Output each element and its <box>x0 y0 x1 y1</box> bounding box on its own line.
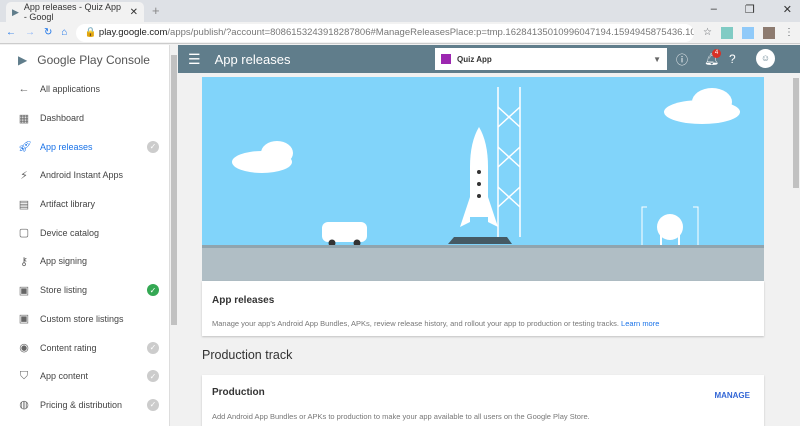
sidebar-item-dashboard[interactable]: ▦ Dashboard <box>0 104 169 133</box>
device-icon: ▢ <box>18 227 30 240</box>
app-selector-value: Quiz App <box>457 54 492 64</box>
shield-icon: ⛉ <box>19 369 29 382</box>
top-bar: ☰ App releases Quiz App ▼ ⓘ 🔔︎ 4 ? ☺ <box>178 45 800 73</box>
sidebar-item-all-applications[interactable]: ← All applications <box>0 75 169 104</box>
star-icon[interactable]: ☆ <box>703 27 712 38</box>
app-selector[interactable]: Quiz App ▼ <box>435 48 667 70</box>
library-icon: ▤ <box>18 198 30 211</box>
close-tab-icon[interactable]: ✕ <box>130 7 138 18</box>
menu-icon[interactable]: ⋮ <box>784 27 794 38</box>
back-icon[interactable]: ← <box>6 27 16 38</box>
store-icon: ▣ <box>18 313 30 326</box>
bolt-icon: ⚡︎ <box>20 169 28 182</box>
notification-badge: 4 <box>712 49 721 58</box>
extension-icon[interactable] <box>721 26 733 39</box>
check-icon: ✓ <box>147 140 159 153</box>
play-icon: ▶ <box>12 6 19 17</box>
sidebar-item-artifact-library[interactable]: ▤ Artifact library <box>0 190 169 219</box>
sidebar-item-store-listing[interactable]: ▣ Store listing ✓ <box>0 276 169 305</box>
url-input[interactable]: 🔒 play.google.com/apps/publish/?account=… <box>76 23 695 42</box>
check-icon: ✓ <box>147 398 159 411</box>
profile-icon[interactable] <box>763 26 775 39</box>
help-icon[interactable]: ? <box>729 52 736 66</box>
app-icon <box>441 54 451 64</box>
app-releases-card: App releases Manage your app's Android A… <box>202 281 764 336</box>
check-icon: ✓ <box>147 341 159 354</box>
card-title: Production <box>212 387 265 398</box>
minimize-icon[interactable]: – <box>711 3 717 16</box>
avatar[interactable]: ☺ <box>756 49 775 68</box>
key-icon: ⚷ <box>19 255 29 268</box>
store-icon: ▣ <box>18 284 30 297</box>
sidebar-item-app-signing[interactable]: ⚷ App signing <box>0 247 169 276</box>
tab-title: App releases - Quiz App - Googl <box>23 2 121 22</box>
sidebar-item-label: Content rating <box>40 342 97 353</box>
sidebar: ▶ Google Play Console ← All applications ▦ D… <box>0 45 170 426</box>
brand: ▶ Google Play Console <box>0 45 169 75</box>
manage-button[interactable]: MANAGE <box>714 391 750 400</box>
sidebar-item-app-releases[interactable]: 🚀︎ App releases ✓ <box>0 132 169 161</box>
learn-more-link[interactable]: Learn more <box>621 319 659 328</box>
section-title: Production track <box>202 348 293 362</box>
chevron-down-icon: ▼ <box>653 54 661 64</box>
home-icon[interactable]: ⌂ <box>61 27 67 38</box>
dashboard-icon: ▦ <box>18 112 30 125</box>
check-icon: ✓ <box>147 370 159 383</box>
sidebar-scrollbar[interactable] <box>170 45 178 426</box>
sidebar-item-custom-store-listings[interactable]: ▣ Custom store listings <box>0 305 169 334</box>
brand-name: Google Play Console <box>37 53 150 67</box>
url-host: play.google.com <box>98 27 168 38</box>
sidebar-item-label: App signing <box>40 256 88 267</box>
url-path: /apps/publish/?account=80861532439182878… <box>167 27 695 38</box>
sidebar-item-label: Custom store listings <box>40 313 124 324</box>
sidebar-item-pricing-distribution[interactable]: ◍ Pricing & distribution ✓ <box>0 391 169 420</box>
arrow-left-icon: ← <box>18 83 30 96</box>
sidebar-item-app-content[interactable]: ⛉ App content ✓ <box>0 362 169 391</box>
reload-icon[interactable]: ↻ <box>44 27 52 38</box>
sidebar-item-label: Dashboard <box>40 113 85 124</box>
sidebar-item-label: All applications <box>40 84 101 95</box>
forward-icon[interactable]: → <box>25 27 35 38</box>
check-icon: ✓ <box>147 284 159 297</box>
sidebar-item-label: Store listing <box>40 285 88 296</box>
production-card: Production MANAGE Add Android App Bundle… <box>202 375 764 426</box>
ground <box>202 245 764 281</box>
new-tab-button[interactable]: + <box>152 3 160 18</box>
main-content: App releases Manage your app's Android A… <box>178 73 792 426</box>
sidebar-item-label: Pricing & distribution <box>40 399 123 410</box>
play-console-logo-icon: ▶ <box>18 53 28 67</box>
page-title: App releases <box>214 51 291 67</box>
browser-tabbar: ▶ App releases - Quiz App - Googl ✕ + – ❐ ✕ <box>0 0 800 22</box>
restore-icon[interactable]: ❐ <box>745 3 755 16</box>
sidebar-item-label: Android Instant Apps <box>40 170 124 181</box>
rocket-illustration <box>202 77 764 281</box>
main-scrollbar[interactable] <box>792 73 800 426</box>
browser-tab[interactable]: ▶ App releases - Quiz App - Googl ✕ <box>6 2 144 22</box>
sidebar-item-device-catalog[interactable]: ▢ Device catalog <box>0 218 169 247</box>
rocket-icon: 🚀︎ <box>18 141 32 154</box>
card-description: Add Android App Bundles or APKs to produ… <box>212 412 590 421</box>
sidebar-item-label: App content <box>40 371 89 382</box>
rating-icon: ◉ <box>19 342 29 355</box>
address-bar-row: ← → ↻ ⌂ 🔒 play.google.com/apps/publish/?… <box>0 22 800 44</box>
sidebar-item-android-instant-apps[interactable]: ⚡︎ Android Instant Apps <box>0 161 169 190</box>
hamburger-menu-icon[interactable]: ☰ <box>188 51 201 68</box>
sidebar-item-content-rating[interactable]: ◉ Content rating ✓ <box>0 333 169 362</box>
card-title: App releases <box>212 295 275 306</box>
globe-icon: ◍ <box>19 399 29 412</box>
extension-icon[interactable] <box>742 26 754 39</box>
sidebar-item-label: Artifact library <box>40 199 96 210</box>
close-window-icon[interactable]: ✕ <box>783 3 792 16</box>
sidebar-item-label: Device catalog <box>40 227 100 238</box>
sidebar-item-label: App releases <box>40 141 93 152</box>
info-icon[interactable]: ⓘ <box>676 51 688 68</box>
card-description: Manage your app's Android App Bundles, A… <box>212 319 619 328</box>
